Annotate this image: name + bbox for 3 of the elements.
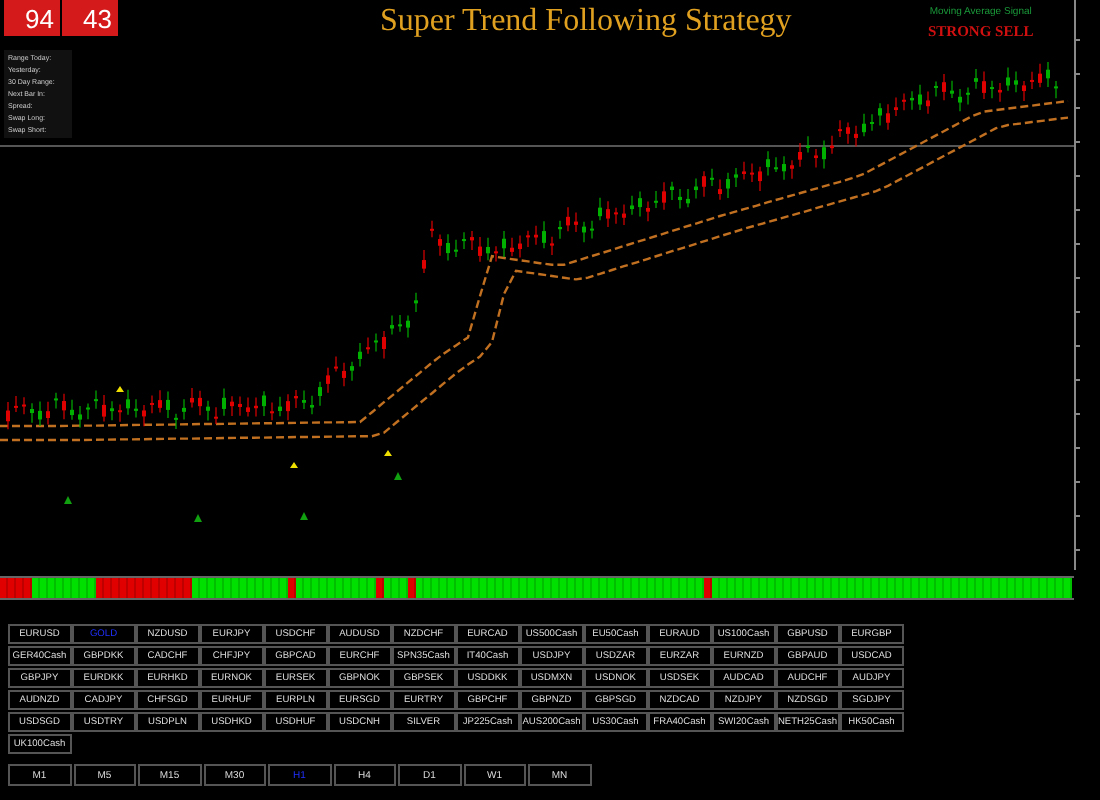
counter-badge: 94 (4, 0, 60, 36)
counter-badge: 43 (62, 0, 118, 36)
chart-title: Super Trend Following Strategy (380, 4, 792, 40)
